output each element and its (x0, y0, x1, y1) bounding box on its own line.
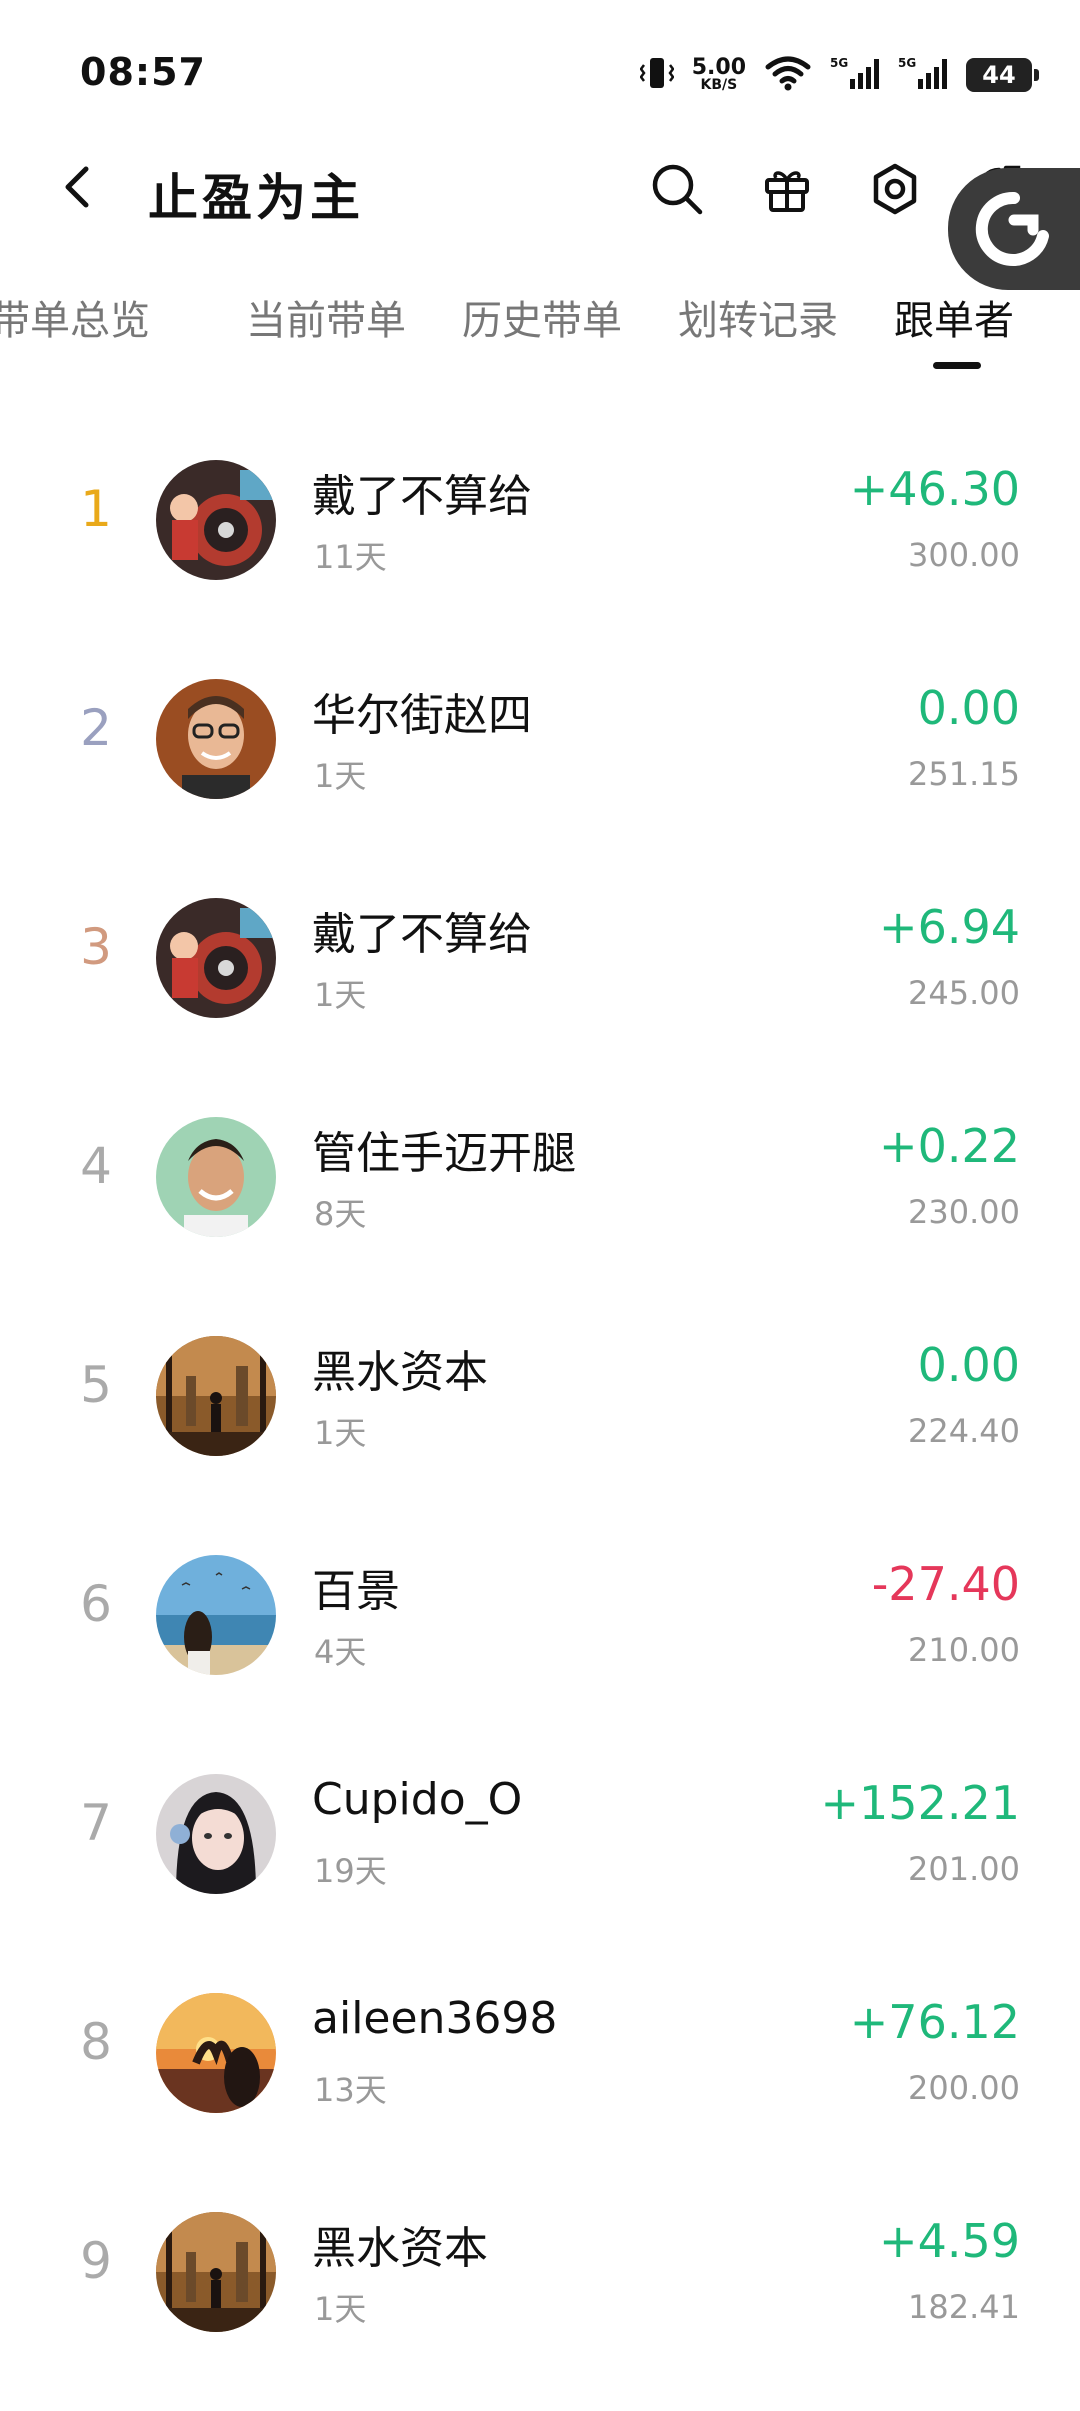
follow-amount: 182.41 (908, 2288, 1020, 2326)
follower-row[interactable]: 6 百景 4天 -27.40 210.00 (0, 1535, 1080, 1754)
tab-overview[interactable]: 带单总览 (0, 288, 150, 346)
search-button[interactable] (648, 160, 706, 218)
avatar[interactable] (156, 1774, 276, 1894)
avatar[interactable] (156, 460, 276, 580)
follow-days: 4天 (314, 1633, 367, 1671)
follower-name: 黑水资本 (312, 1347, 488, 1398)
follower-name: 管住手迈开腿 (312, 1128, 576, 1179)
rank-number: 5 (80, 1356, 112, 1414)
tab-current-orders[interactable]: 当前带单 (246, 288, 406, 346)
status-bar: 08:57 5.00 KB/S 5G 5G 44 (0, 0, 1080, 130)
pnl-value: +6.94 (879, 900, 1020, 954)
status-time: 08:57 (80, 50, 206, 94)
avatar[interactable] (156, 898, 276, 1018)
tab-active-indicator (933, 362, 981, 369)
rank-number: 3 (80, 918, 112, 976)
follower-row[interactable]: 1 戴了不算给 11天 +46.30 300.00 (0, 440, 1080, 659)
follow-amount: 251.15 (908, 755, 1020, 793)
follow-days: 1天 (314, 757, 367, 795)
tab-followers[interactable]: 跟单者 (894, 288, 1014, 346)
follow-amount: 245.00 (908, 974, 1020, 1012)
rank-number: 7 (80, 1794, 112, 1852)
net-speed-unit: KB/S (700, 77, 738, 93)
follow-amount: 201.00 (908, 1850, 1020, 1888)
pnl-value: 0.00 (917, 681, 1020, 735)
search-icon (652, 164, 703, 215)
tab-transfer-records[interactable]: 划转记录 (678, 288, 838, 346)
pnl-value: +76.12 (849, 1995, 1020, 2049)
rank-number: 2 (80, 699, 112, 757)
follower-row[interactable]: 2 华尔街赵四 1天 0.00 251.15 (0, 659, 1080, 878)
signal1-label: 5G (830, 56, 848, 70)
signal2-label: 5G (898, 56, 916, 70)
pnl-value: +0.22 (879, 1119, 1020, 1173)
wifi-icon (764, 55, 812, 95)
follower-row[interactable]: 9 黑水资本 1天 +4.59 182.41 (0, 2192, 1080, 2411)
follower-row[interactable]: 3 戴了不算给 1天 +6.94 245.00 (0, 878, 1080, 1097)
follower-row[interactable]: 7 Cupido_O 19天 +152.21 201.00 (0, 1754, 1080, 1973)
follow-days: 1天 (314, 976, 367, 1014)
tab-bar: 带单总览 当前带单 历史带单 划转记录 跟单者 (0, 280, 1080, 380)
net-speed: 5.00 KB/S (692, 57, 746, 93)
signal-5g-icon-2: 5G (898, 55, 948, 95)
gift-button[interactable] (758, 160, 816, 218)
follow-days: 8天 (314, 1195, 367, 1233)
follower-name: aileen3698 (312, 1993, 558, 2044)
floating-assistant-button[interactable] (948, 168, 1080, 290)
avatar[interactable] (156, 679, 276, 799)
pnl-value: +152.21 (820, 1776, 1021, 1830)
follower-name: 百景 (312, 1566, 400, 1617)
rank-number: 9 (80, 2232, 112, 2290)
avatar[interactable] (156, 1555, 276, 1675)
app-header: 止盈为主 (0, 140, 1080, 236)
pnl-value: +46.30 (849, 462, 1020, 516)
avatar[interactable] (156, 1336, 276, 1456)
assistant-logo-icon (975, 191, 1049, 266)
page-title: 止盈为主 (148, 169, 364, 227)
follower-row[interactable]: 4 管住手迈开腿 8天 +0.22 230.00 (0, 1097, 1080, 1316)
vibrate-icon (639, 55, 675, 95)
rank-number: 6 (80, 1575, 112, 1633)
follower-name: Cupido_O (312, 1774, 523, 1825)
follow-days: 1天 (314, 2290, 367, 2328)
follow-days: 19天 (314, 1852, 387, 1890)
rank-number: 1 (80, 480, 112, 538)
battery-indicator: 44 (966, 58, 1039, 92)
chevron-left-icon (65, 166, 89, 208)
gear-icon (873, 163, 917, 215)
follow-days: 1天 (314, 1414, 367, 1452)
follower-row[interactable]: 8 aileen3698 13天 +76.12 200.00 (0, 1973, 1080, 2192)
follower-name: 戴了不算给 (312, 471, 532, 522)
settings-button[interactable] (866, 160, 924, 218)
follow-amount: 210.00 (908, 1631, 1020, 1669)
signal-5g-icon: 5G (830, 55, 880, 95)
pnl-value: +4.59 (879, 2214, 1020, 2268)
back-button[interactable] (52, 162, 102, 212)
follower-name: 黑水资本 (312, 2223, 488, 2274)
rank-number: 8 (80, 2013, 112, 2071)
follower-name: 戴了不算给 (312, 909, 532, 960)
follow-amount: 300.00 (908, 536, 1020, 574)
tab-history-orders[interactable]: 历史带单 (462, 288, 622, 346)
follow-days: 11天 (314, 538, 387, 576)
avatar[interactable] (156, 1993, 276, 2113)
pnl-value: 0.00 (917, 1338, 1020, 1392)
follow-amount: 224.40 (908, 1412, 1020, 1450)
follow-amount: 230.00 (908, 1193, 1020, 1231)
gift-icon (765, 171, 809, 212)
rank-number: 4 (80, 1137, 112, 1195)
avatar[interactable] (156, 1117, 276, 1237)
follower-list: 1 戴了不算给 11天 +46.30 300.00 2 华尔街赵四 1天 0.0… (0, 440, 1080, 2411)
status-icons: 5.00 KB/S 5G 5G 44 (639, 52, 1039, 98)
follow-days: 13天 (314, 2071, 387, 2109)
follow-amount: 200.00 (908, 2069, 1020, 2107)
avatar[interactable] (156, 2212, 276, 2332)
follower-name: 华尔街赵四 (312, 690, 532, 741)
follower-row[interactable]: 5 黑水资本 1天 0.00 224.40 (0, 1316, 1080, 1535)
pnl-value: -27.40 (871, 1557, 1020, 1611)
